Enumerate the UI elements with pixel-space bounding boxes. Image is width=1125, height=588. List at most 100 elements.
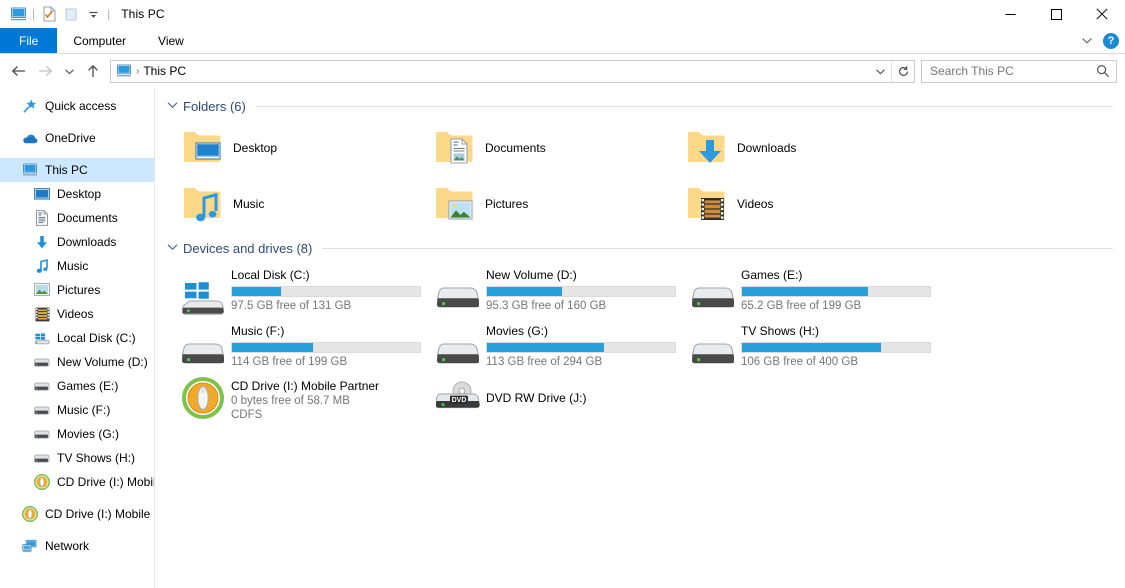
optical-tile-body: DVD RW Drive (J:) — [486, 376, 586, 420]
search-input[interactable]: Search This PC — [921, 59, 1117, 83]
drive-usage-bar — [486, 286, 676, 297]
drive-name: Music (F:) — [231, 324, 285, 338]
sidebar-item-videos[interactable]: Videos — [0, 302, 154, 326]
window-title: This PC — [121, 7, 165, 21]
sidebar-item-label: Local Disk (C:) — [57, 331, 136, 345]
sidebar-item-music[interactable]: Music — [0, 254, 154, 278]
sidebar-item-local-disk-c[interactable]: Local Disk (C:) — [0, 326, 154, 350]
qat-separator-1: | — [32, 7, 36, 21]
sidebar-item-cd-drive-i-mobile[interactable]: CD Drive (I:) Mobile — [0, 470, 154, 494]
expand-ribbon-icon[interactable] — [1081, 32, 1093, 50]
folder-documents-icon — [433, 126, 477, 170]
properties-icon[interactable] — [38, 3, 60, 25]
sidebar-item-onedrive[interactable]: OneDrive — [0, 126, 154, 150]
chevron-down-icon[interactable] — [167, 243, 178, 254]
network-icon — [22, 538, 38, 554]
breadcrumb[interactable]: › This PC — [111, 64, 869, 78]
chevron-down-icon[interactable] — [167, 101, 178, 112]
drive-tile[interactable]: TV Shows (H:) 106 GB free of 400 GB — [677, 318, 932, 374]
up-button[interactable] — [80, 58, 106, 84]
drive-icon — [34, 450, 50, 466]
sidebar-item-label: Downloads — [57, 235, 117, 249]
sidebar-item-cd-drive-i-mobile-p[interactable]: CD Drive (I:) Mobile P — [0, 502, 154, 526]
optical-drive-tile[interactable]: DVD DVD RW Drive (J:) — [422, 374, 677, 424]
drive-free-text: 95.3 GB free of 160 GB — [486, 300, 607, 312]
dvd-drive-icon: DVD — [436, 376, 480, 420]
drive-name: TV Shows (H:) — [741, 324, 820, 338]
pin-star-icon — [22, 98, 38, 114]
qat-separator-2: | — [107, 7, 111, 21]
customize-dropdown-icon[interactable] — [82, 3, 104, 25]
minimize-button[interactable] — [987, 0, 1033, 28]
folder-music-icon — [181, 182, 225, 226]
ribbon-right-controls: ? — [1081, 28, 1119, 54]
close-button[interactable] — [1079, 0, 1125, 28]
optical-tile-body: CD Drive (I:) Mobile Partner 0 bytes free… — [231, 376, 379, 422]
drive-tile[interactable]: Music (F:) 114 GB free of 199 GB — [167, 318, 422, 374]
drive-name: New Volume (D:) — [486, 268, 577, 282]
drive-tile[interactable]: Movies (G:) 113 GB free of 294 GB — [422, 318, 677, 374]
navigation-pane[interactable]: Quick access OneDrive This PC Desktop Docume… — [0, 88, 155, 588]
drive-tile[interactable]: Local Disk (C:) 97.5 GB free of 131 GB — [167, 262, 422, 318]
search-icon[interactable] — [1096, 64, 1110, 78]
folder-tile[interactable]: Downloads — [671, 120, 923, 176]
back-button[interactable] — [6, 58, 32, 84]
drive-tile[interactable]: New Volume (D:) 95.3 GB free of 160 GB — [422, 262, 677, 318]
help-icon[interactable]: ? — [1103, 33, 1119, 49]
sidebar-item-label: New Volume (D:) — [57, 355, 148, 369]
folder-tile[interactable]: Desktop — [167, 120, 419, 176]
folder-tile[interactable]: Pictures — [419, 176, 671, 232]
drive-free-text: 65.2 GB free of 199 GB — [741, 300, 862, 312]
group-label-devices: Devices and drives (8) — [183, 240, 313, 256]
sidebar-item-tv-shows-h[interactable]: TV Shows (H:) — [0, 446, 154, 470]
group-header-folders[interactable]: Folders (6) — [167, 96, 1113, 116]
tab-computer[interactable]: Computer — [57, 28, 142, 53]
sidebar-item-music-f[interactable]: Music (F:) — [0, 398, 154, 422]
window-controls — [987, 0, 1125, 28]
file-list-pane[interactable]: Folders (6) Desktop Documents Downloads Mus… — [155, 88, 1125, 588]
group-header-devices[interactable]: Devices and drives (8) — [167, 238, 1113, 258]
optical-drive-tile[interactable]: CD Drive (I:) Mobile Partner 0 bytes free… — [167, 374, 422, 424]
drive-icon — [34, 402, 50, 418]
sidebar-item-documents[interactable]: Documents — [0, 206, 154, 230]
sidebar-item-games-e[interactable]: Games (E:) — [0, 374, 154, 398]
sidebar-item-network[interactable]: Network — [0, 534, 154, 558]
forward-button[interactable] — [32, 58, 58, 84]
title-bar: | | This PC — [0, 0, 1125, 28]
folder-tile[interactable]: Videos — [671, 176, 923, 232]
drive-usage-fill — [232, 343, 313, 352]
refresh-icon[interactable] — [892, 61, 914, 82]
tab-file[interactable]: File — [0, 28, 58, 53]
drive-tile[interactable]: Games (E:) 65.2 GB free of 199 GB — [677, 262, 932, 318]
drive-tile-body: Local Disk (C:) 97.5 GB free of 131 GB — [231, 266, 421, 313]
new-folder-icon[interactable] — [60, 3, 82, 25]
recent-locations-icon[interactable] — [58, 58, 80, 84]
folder-tile-label: Documents — [485, 141, 546, 155]
drive-usage-fill — [232, 287, 281, 296]
sidebar-item-new-volume-d[interactable]: New Volume (D:) — [0, 350, 154, 374]
breadcrumb-current[interactable]: This PC — [143, 64, 186, 78]
optical-free-text: 0 bytes free of 58.7 MB — [231, 395, 350, 407]
tab-view[interactable]: View — [142, 28, 200, 53]
sidebar-item-this-pc[interactable]: This PC — [0, 158, 154, 182]
optical-filesystem-text: CDFS — [231, 409, 263, 421]
sidebar-item-pictures[interactable]: Pictures — [0, 278, 154, 302]
drive-tile-body: Movies (G:) 113 GB free of 294 GB — [486, 322, 676, 369]
maximize-button[interactable] — [1033, 0, 1079, 28]
folder-tile[interactable]: Music — [167, 176, 419, 232]
cd-drive-icon — [181, 376, 225, 420]
folder-tile[interactable]: Documents — [419, 120, 671, 176]
address-field[interactable]: › This PC — [110, 59, 915, 83]
folder-pictures-icon — [433, 182, 477, 226]
drive-tile-body: TV Shows (H:) 106 GB free of 400 GB — [741, 322, 931, 369]
this-pc-icon[interactable] — [7, 3, 29, 25]
sidebar-item-movies-g[interactable]: Movies (G:) — [0, 422, 154, 446]
sidebar-item-desktop[interactable]: Desktop — [0, 182, 154, 206]
drive-usage-bar — [486, 342, 676, 353]
sidebar-item-downloads[interactable]: Downloads — [0, 230, 154, 254]
drive-icon — [34, 426, 50, 442]
address-dropdown-icon[interactable] — [869, 61, 891, 82]
sidebar-item-quick-access[interactable]: Quick access — [0, 94, 154, 118]
